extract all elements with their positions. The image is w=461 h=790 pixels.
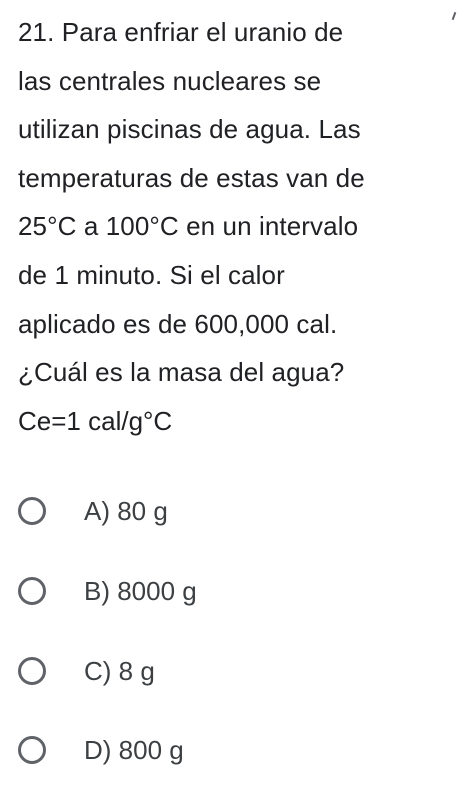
radio-unchecked-icon[interactable]: [18, 657, 46, 685]
specific-heat-formula: Ce=1 cal/g°C: [18, 405, 173, 436]
option-label: A) 80 g: [84, 495, 168, 526]
option-c[interactable]: C) 8 g: [18, 649, 155, 693]
question-line: utilizan piscinas de agua. Las: [18, 114, 361, 145]
radio-unchecked-icon[interactable]: [18, 577, 46, 605]
question-block: 21. Para enfriar el uranio de las centra…: [18, 8, 448, 445]
question-line: las centrales nucleares se: [18, 65, 322, 96]
question-line: 21. Para enfriar el uranio de: [18, 17, 344, 47]
option-a[interactable]: A) 80 g: [18, 489, 168, 533]
radio-unchecked-icon[interactable]: [18, 497, 46, 525]
question-line: 25°C a 100°C en un intervalo: [18, 211, 359, 242]
option-d[interactable]: D) 800 g: [18, 728, 184, 772]
option-label: B) 8000 g: [84, 575, 197, 606]
option-label: D) 800 g: [84, 734, 184, 765]
option-label: C) 8 g: [84, 655, 155, 686]
question-line: ¿Cuál es la masa del agua?: [18, 357, 345, 388]
question-line: aplicado es de 600,000 cal.: [18, 308, 338, 339]
edge-mark: [451, 11, 457, 21]
question-line: temperaturas de estas van de: [18, 162, 365, 193]
question-line: de 1 minuto. Si el calor: [18, 259, 285, 290]
radio-unchecked-icon[interactable]: [18, 736, 46, 764]
option-b[interactable]: B) 8000 g: [18, 569, 197, 613]
